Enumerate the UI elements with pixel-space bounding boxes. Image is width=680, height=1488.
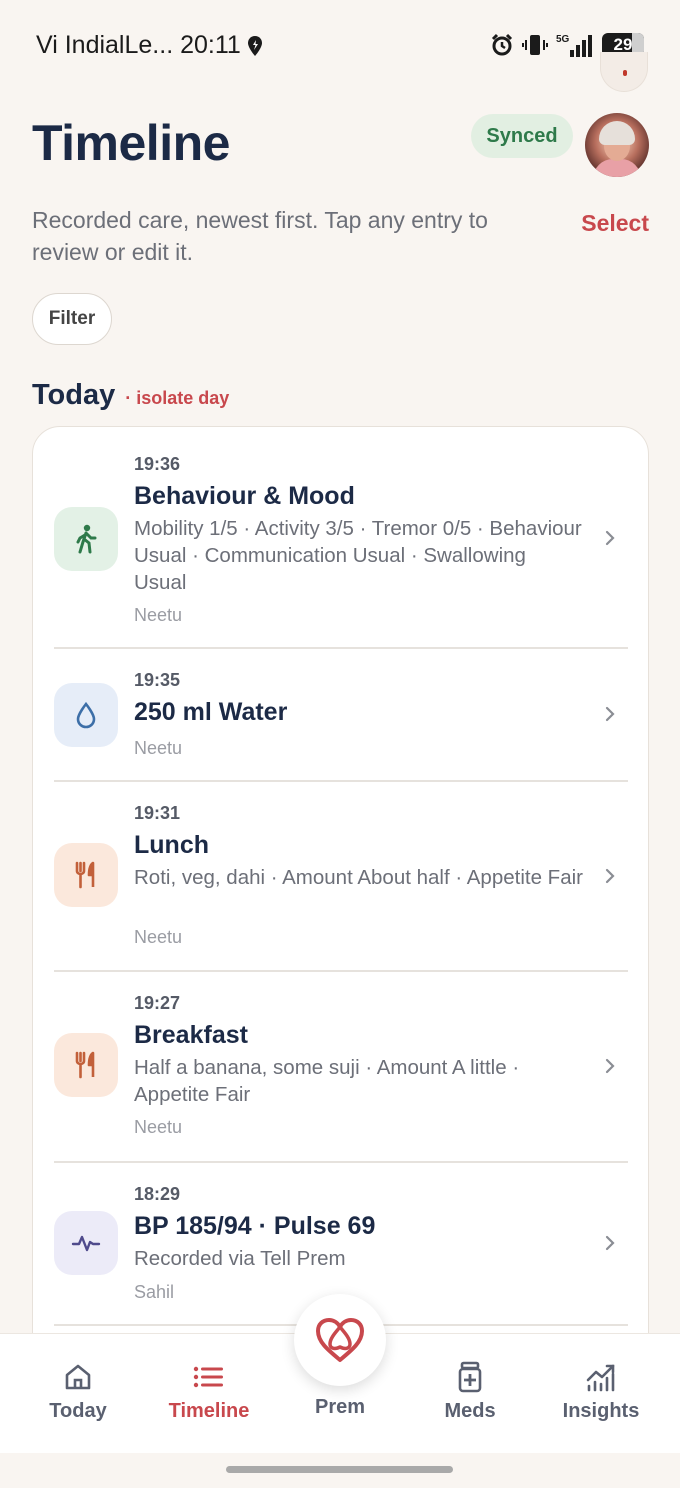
water-drop-icon [54, 683, 118, 747]
section-title: Today [32, 379, 116, 411]
chevron-right-icon [601, 865, 619, 887]
nav-today[interactable]: Today [18, 1360, 138, 1423]
vibrate-icon [522, 35, 548, 55]
entry-author: Neetu [134, 927, 183, 947]
medicine-bottle-icon [410, 1360, 530, 1394]
chevron-right-icon [601, 703, 619, 725]
location-icon [247, 35, 262, 56]
nav-timeline[interactable]: Timeline [149, 1360, 269, 1423]
fork-knife-icon [54, 1033, 118, 1097]
entry-author: Sahil [134, 1282, 175, 1302]
nav-label: Today [49, 1400, 107, 1422]
nav-prem-label[interactable]: Prem [280, 1396, 400, 1419]
entry-time: 19:31 [134, 803, 181, 823]
nav-label: Timeline [168, 1400, 250, 1422]
entry-detail: Recorded via Tell Prem [134, 1247, 346, 1270]
page-subtitle: Recorded care, newest first. Tap any ent… [32, 207, 488, 265]
entry-author: Neetu [134, 738, 183, 758]
fork-knife-icon [54, 843, 118, 907]
entry-title: Behaviour & Mood [134, 482, 355, 510]
entry-title: Lunch [134, 831, 209, 859]
nav-label: Insights [562, 1400, 640, 1422]
isolate-day-link[interactable]: · isolate day [125, 388, 229, 409]
entry-title: Breakfast [134, 1021, 248, 1049]
entry-detail: Mobility 1/5 · Activity 3/5 · Tremor 0/5… [134, 517, 582, 594]
entry-time: 19:36 [134, 454, 181, 474]
entry-time: 19:27 [134, 993, 181, 1013]
prem-button[interactable] [294, 1294, 386, 1386]
entry-title: 250 ml Water [134, 698, 288, 726]
timeline-card: 19:36 Behaviour & Mood Mobility 1/5 · Ac… [32, 426, 649, 1386]
signal-icon: 5G [556, 34, 592, 57]
entry-detail: Half a banana, some suji · Amount A litt… [134, 1056, 520, 1106]
svg-text:5G: 5G [556, 34, 570, 45]
chevron-right-icon [601, 1232, 619, 1254]
nav-label: Meds [444, 1400, 496, 1422]
entry-detail: Roti, veg, dahi · Amount About half · Ap… [134, 866, 583, 889]
timeline-entry[interactable]: 19:36 Behaviour & Mood Mobility 1/5 · Ac… [33, 427, 648, 647]
insights-chart-icon [541, 1360, 661, 1394]
select-button[interactable]: Select [581, 210, 649, 237]
section-header: Today · isolate day [32, 379, 229, 412]
status-bar: Vi IndialLe... 20:11 5G 29 [0, 0, 680, 92]
entry-time: 19:35 [134, 670, 181, 690]
alarm-icon [491, 33, 513, 56]
page-title: Timeline [32, 115, 230, 171]
walking-person-icon [54, 507, 118, 571]
carrier-time: Vi IndialLe... 20:11 [36, 31, 241, 59]
timeline-entry[interactable]: 19:27 Breakfast Half a banana, some suji… [33, 971, 648, 1161]
pulse-icon [54, 1211, 118, 1275]
nav-meds[interactable]: Meds [410, 1360, 530, 1423]
chevron-right-icon [601, 527, 619, 549]
heart-logo-icon [316, 1318, 364, 1362]
chevron-right-icon [601, 1055, 619, 1077]
entry-author: Neetu [134, 1117, 183, 1137]
timeline-entry[interactable]: 19:31 Lunch Roti, veg, dahi · Amount Abo… [33, 781, 648, 970]
nav-insights[interactable]: Insights [541, 1360, 661, 1423]
entry-time: 18:29 [134, 1184, 181, 1204]
sync-status-badge: Synced [471, 114, 573, 158]
status-left: Vi IndialLe... 20:11 [36, 31, 263, 60]
list-icon [149, 1360, 269, 1394]
filter-button[interactable]: Filter [32, 293, 112, 345]
timeline-entry[interactable]: 19:35 250 ml Water Neetu [33, 648, 648, 780]
home-indicator[interactable] [226, 1466, 453, 1473]
avatar[interactable] [585, 113, 649, 177]
entry-author: Neetu [134, 605, 183, 625]
home-icon [18, 1360, 138, 1394]
entry-title: BP 185/94 · Pulse 69 [134, 1212, 376, 1240]
